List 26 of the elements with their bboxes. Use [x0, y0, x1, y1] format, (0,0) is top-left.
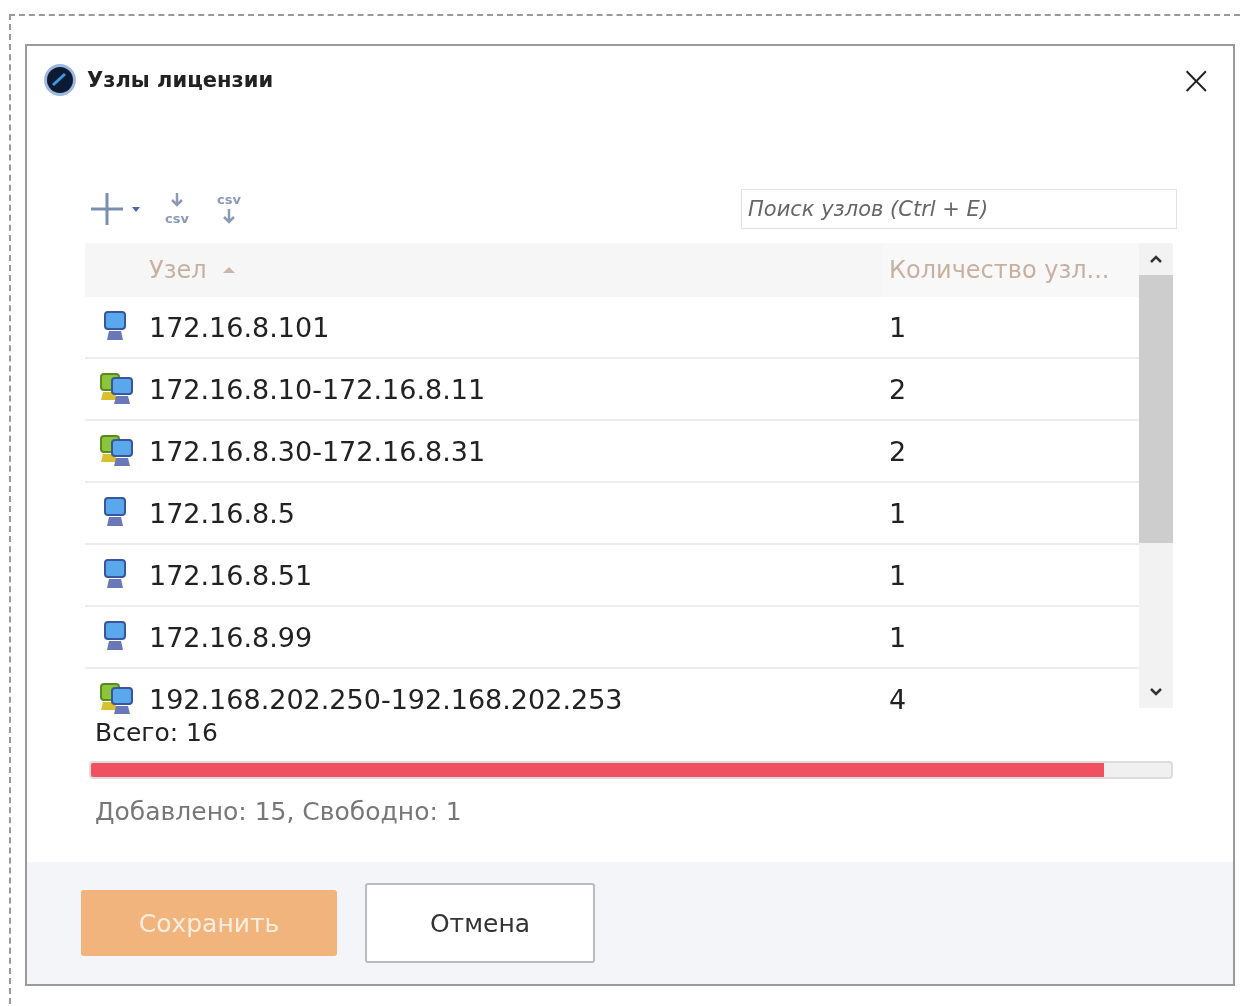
scroll-down-icon[interactable] — [1148, 686, 1164, 698]
host-cell-text: 172.16.8.5 — [149, 497, 296, 529]
count-cell-text: 1 — [888, 497, 908, 529]
host-cell-text: 172.16.8.101 — [149, 311, 331, 343]
host-cell-text: 172.16.8.51 — [149, 559, 314, 591]
host-cell-text: 192.168.202.250-192.168.202.253 — [149, 683, 624, 715]
count-cell-text: 1 — [888, 621, 908, 653]
close-button[interactable]: × — [1173, 60, 1219, 100]
host-cell-text: 172.16.8.99 — [149, 621, 314, 653]
count-cell-text: 2 — [888, 435, 908, 467]
column-header[interactable]: Узел — [149, 243, 883, 297]
count-cell-text: 2 — [888, 373, 908, 405]
total-label: Всего: 16 — [95, 718, 219, 747]
scroll-thumb[interactable] — [1139, 275, 1173, 543]
count-cell-text: 4 — [888, 683, 908, 715]
count-cell-text: 1 — [888, 311, 908, 343]
host-cell-text: 172.16.8.30-172.16.8.31 — [149, 435, 487, 467]
usage-label: Добавлено: 15, Свободно: 1 — [95, 797, 463, 826]
count-cell-text: 1 — [888, 559, 908, 591]
host-cell-text: 172.16.8.10-172.16.8.11 — [149, 373, 487, 405]
app-icon — [43, 63, 77, 97]
search-field[interactable]: Поиск узлов (Ctrl + E) — [741, 189, 1177, 229]
scrollbar[interactable] — [1139, 243, 1173, 708]
cancel-button[interactable]: Отмена — [365, 883, 595, 963]
scroll-up-icon[interactable] — [1148, 253, 1164, 265]
window-title: Узлы лицензии — [87, 68, 275, 92]
